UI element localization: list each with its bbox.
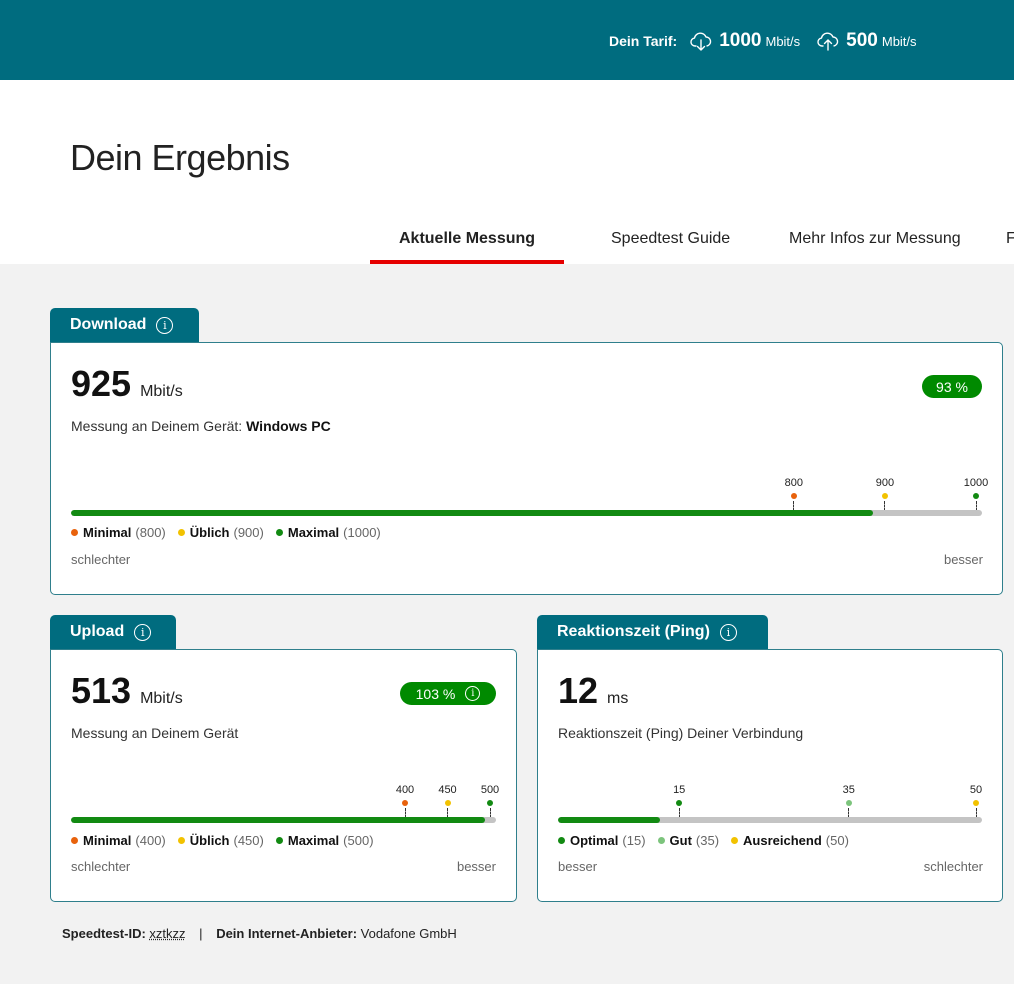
active-tab-indicator	[370, 260, 564, 264]
download-progress-track	[71, 510, 982, 516]
tariff-label: Dein Tarif:	[609, 33, 678, 49]
legend-item: Üblich (900)	[177, 525, 264, 540]
upload-scale-right: besser	[456, 859, 496, 874]
ping-unit: ms	[607, 690, 629, 707]
tab-mehr-infos[interactable]: Mehr Infos zur Messung	[789, 230, 961, 248]
download-device-text: Messung an Deinem Gerät: Windows PC	[71, 418, 331, 434]
upload-scale-left: schlechter	[71, 859, 131, 874]
ping-card-tab: Reaktionszeit (Ping) i	[537, 615, 768, 649]
download-card: 925 Mbit/s 93 % Messung an Deinem Gerät:…	[50, 342, 1003, 595]
legend-item: Ausreichend (50)	[731, 833, 849, 848]
upload-percent-badge: 103 % i	[400, 682, 496, 705]
ping-title: Reaktionszeit (Ping)	[557, 623, 710, 640]
upload-percent-info-icon[interactable]: i	[465, 686, 481, 701]
upload-legend: Minimal (400) Üblich (450) Maximal (500)	[71, 833, 386, 848]
tariff-upload-unit: Mbit/s	[881, 33, 917, 49]
ping-scale-left: besser	[558, 859, 598, 874]
tariff-download-rate: 1000	[719, 30, 762, 51]
legend-item: Maximal (500)	[275, 833, 374, 848]
download-unit: Mbit/s	[140, 383, 183, 400]
download-title: Download	[70, 316, 147, 333]
upload-device-text: Messung an Deinem Gerät	[71, 725, 239, 741]
ping-value-row: 12 ms	[558, 670, 628, 712]
download-scale-right: besser	[943, 552, 983, 567]
download-value-row: 925 Mbit/s	[71, 363, 183, 405]
ping-progress-fill	[558, 817, 660, 823]
upload-value-row: 513 Mbit/s	[71, 670, 183, 712]
tab-aktuelle-messung[interactable]: Aktuelle Messung	[399, 230, 535, 248]
result-header: Dein Ergebnis Aktuelle Messung Speedtest…	[0, 80, 1014, 264]
download-device-label: Messung an Deinem Gerät:	[71, 418, 243, 434]
top-bar: Dein Tarif: 1000 Mbit/s 500 Mbit/s	[0, 0, 1014, 112]
ping-value: 12	[558, 670, 599, 711]
footer-separator: |	[199, 926, 203, 941]
legend-item: Maximal (1000)	[275, 525, 381, 540]
download-progress-fill	[71, 510, 873, 516]
provider-value: Vodafone GmbH	[360, 926, 457, 941]
ping-info-icon[interactable]: i	[719, 623, 737, 641]
download-legend: Minimal (800) Üblich (900) Maximal (1000)	[71, 525, 393, 540]
speedtest-id-label: Speedtest-ID:	[62, 926, 146, 941]
download-percent-badge: 93 %	[922, 375, 982, 398]
download-info-icon[interactable]: i	[156, 316, 174, 334]
ping-card: 12 ms Reaktionszeit (Ping) Deiner Verbin…	[537, 649, 1003, 902]
upload-progress-track	[71, 817, 496, 823]
legend-item: Optimal (15)	[558, 833, 646, 848]
provider-label: Dein Internet-Anbieter:	[216, 926, 358, 941]
legend-item: Üblich (450)	[177, 833, 264, 848]
upload-progress-fill	[71, 817, 485, 823]
download-device: Windows PC	[246, 418, 331, 434]
page-title: Dein Ergebnis	[70, 137, 290, 178]
upload-unit: Mbit/s	[140, 690, 183, 707]
upload-value: 513	[71, 670, 132, 711]
result-footer: Speedtest-ID: xztkzz | Dein Internet-Anb…	[62, 926, 457, 941]
upload-info-icon[interactable]: i	[134, 623, 152, 641]
cloud-download-icon	[690, 32, 712, 51]
tariff-download-unit: Mbit/s	[765, 33, 801, 49]
tab-speedtest-guide[interactable]: Speedtest Guide	[611, 230, 730, 248]
upload-card: 513 Mbit/s 103 % i Messung an Deinem Ger…	[50, 649, 517, 902]
upload-title: Upload	[70, 623, 125, 640]
legend-item: Minimal (800)	[71, 525, 166, 540]
speedtest-id[interactable]: xztkzz	[149, 926, 185, 941]
tariff-info: Dein Tarif: 1000 Mbit/s 500 Mbit/s	[609, 29, 933, 53]
upload-card-tab: Upload i	[50, 615, 176, 649]
tab-bar: Aktuelle Messung Speedtest Guide Mehr In…	[0, 230, 1014, 264]
download-percent: 93 %	[936, 378, 968, 395]
legend-item: Minimal (400)	[71, 833, 166, 848]
ping-progress-track	[558, 817, 982, 823]
ping-description: Reaktionszeit (Ping) Deiner Verbindung	[558, 725, 804, 741]
download-value: 925	[71, 363, 132, 404]
upload-percent: 103 %	[415, 685, 456, 702]
ping-scale-right: schlechter	[923, 859, 983, 874]
download-card-tab: Download i	[50, 308, 199, 342]
ping-legend: Optimal (15) Gut (35) Ausreichend (50)	[558, 833, 861, 848]
cloud-upload-icon	[817, 32, 839, 51]
download-scale-left: schlechter	[71, 552, 131, 567]
tab-more[interactable]: F	[1006, 230, 1014, 248]
tariff-upload-rate: 500	[846, 30, 878, 51]
legend-item: Gut (35)	[657, 833, 719, 848]
